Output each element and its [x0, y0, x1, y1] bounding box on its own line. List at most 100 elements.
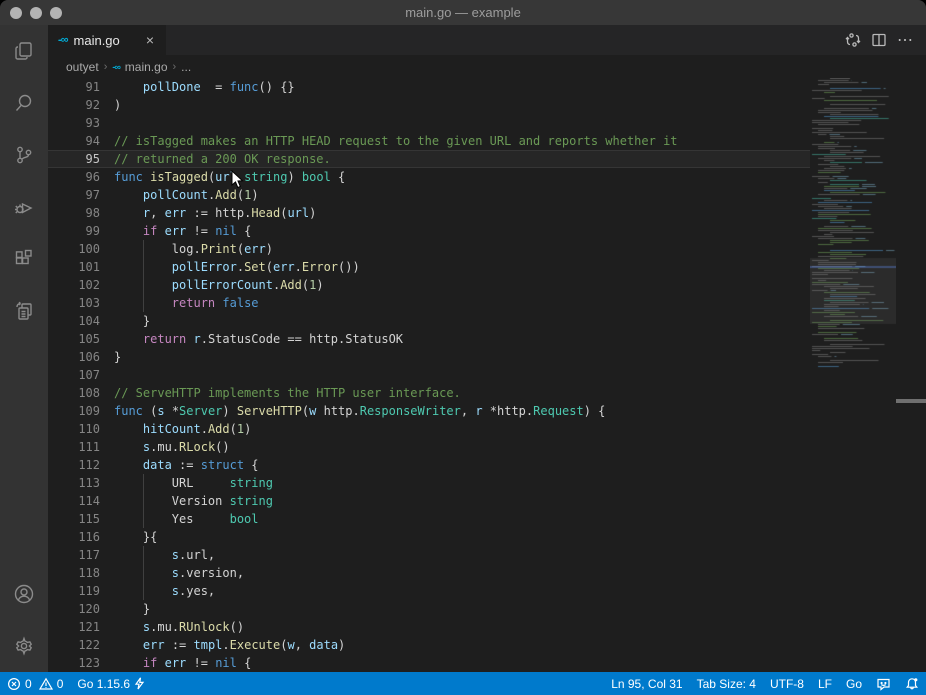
line-number: 121	[48, 618, 114, 636]
code-line[interactable]: 114 Version string	[48, 492, 810, 510]
run-and-debug-icon[interactable]	[0, 181, 48, 233]
code-text: s.url,	[114, 546, 810, 564]
eol-status[interactable]: LF	[811, 672, 839, 695]
encoding-status[interactable]: UTF-8	[763, 672, 811, 695]
code-line[interactable]: 103 return false	[48, 294, 810, 312]
code-line[interactable]: 115 Yes bool	[48, 510, 810, 528]
settings-gear-icon[interactable]	[0, 620, 48, 672]
source-control-icon[interactable]	[0, 129, 48, 181]
code-line[interactable]: 105 return r.StatusCode == http.StatusOK	[48, 330, 810, 348]
code-area[interactable]: 91 pollDone = func() {}92)9394// isTagge…	[48, 78, 810, 672]
code-line[interactable]: 123 if err != nil {	[48, 654, 810, 672]
code-line[interactable]: 104 }	[48, 312, 810, 330]
go-version-status[interactable]: Go 1.15.6	[70, 672, 152, 695]
breadcrumb-symbol[interactable]: ...	[181, 60, 191, 74]
line-number: 117	[48, 546, 114, 564]
cursor-position-status[interactable]: Ln 95, Col 31	[604, 672, 689, 695]
code-line[interactable]: 118 s.version,	[48, 564, 810, 582]
code-text: s.version,	[114, 564, 810, 582]
code-line[interactable]: 92)	[48, 96, 810, 114]
editor-pane[interactable]: 91 pollDone = func() {}92)9394// isTagge…	[48, 78, 926, 672]
code-line[interactable]: 91 pollDone = func() {}	[48, 78, 810, 96]
eol-label: LF	[818, 677, 832, 691]
code-line[interactable]: 122 err := tmpl.Execute(w, data)	[48, 636, 810, 654]
line-number: 114	[48, 492, 114, 510]
code-line[interactable]: 102 pollErrorCount.Add(1)	[48, 276, 810, 294]
code-line[interactable]: 120 }	[48, 600, 810, 618]
minimap[interactable]	[810, 78, 896, 672]
breadcrumb-folder[interactable]: outyet	[66, 60, 99, 74]
code-line[interactable]: 99 if err != nil {	[48, 222, 810, 240]
code-line[interactable]: 111 s.mu.RLock()	[48, 438, 810, 456]
warning-icon	[39, 677, 53, 691]
problems-status[interactable]: 0 0	[0, 672, 70, 695]
code-line[interactable]: 100 log.Print(err)	[48, 240, 810, 258]
code-line[interactable]: 119 s.yes,	[48, 582, 810, 600]
code-line[interactable]: 109func (s *Server) ServeHTTP(w http.Res…	[48, 402, 810, 420]
line-number: 97	[48, 186, 114, 204]
minimize-window-button[interactable]	[30, 7, 42, 19]
code-line[interactable]: 112 data := struct {	[48, 456, 810, 474]
code-text: s.mu.RUnlock()	[114, 618, 810, 636]
code-line[interactable]: 93	[48, 114, 810, 132]
code-line[interactable]: 101 pollError.Set(err.Error())	[48, 258, 810, 276]
code-line[interactable]: 94// isTagged makes an HTTP HEAD request…	[48, 132, 810, 150]
notifications-bell-icon[interactable]	[898, 672, 926, 695]
code-line[interactable]: 108// ServeHTTP implements the HTTP user…	[48, 384, 810, 402]
code-line[interactable]: 106}	[48, 348, 810, 366]
code-text: }	[114, 348, 810, 366]
line-number: 96	[48, 168, 114, 186]
more-actions-icon[interactable]: ⋯	[892, 27, 918, 53]
code-text: s.mu.RLock()	[114, 438, 810, 456]
line-number: 100	[48, 240, 114, 258]
line-number: 123	[48, 654, 114, 672]
code-line[interactable]: 113 URL string	[48, 474, 810, 492]
line-number: 109	[48, 402, 114, 420]
code-text: if err != nil {	[114, 222, 810, 240]
code-text: pollError.Set(err.Error())	[114, 258, 810, 276]
line-number: 105	[48, 330, 114, 348]
open-changes-icon[interactable]	[840, 27, 866, 53]
code-text: s.yes,	[114, 582, 810, 600]
line-number: 104	[48, 312, 114, 330]
code-text: Yes bool	[114, 510, 810, 528]
cursor-position-label: Ln 95, Col 31	[611, 677, 682, 691]
code-line[interactable]: 95// returned a 200 OK response.	[48, 150, 810, 168]
split-editor-icon[interactable]	[866, 27, 892, 53]
code-line[interactable]: 98 r, err := http.Head(url)	[48, 204, 810, 222]
account-icon[interactable]	[0, 568, 48, 620]
vscode-window: main.go — example	[0, 0, 926, 695]
indent-guide	[143, 510, 144, 528]
explorer-icon[interactable]	[0, 25, 48, 77]
code-line[interactable]: 107	[48, 366, 810, 384]
code-text: r, err := http.Head(url)	[114, 204, 810, 222]
zoom-window-button[interactable]	[50, 7, 62, 19]
indent-guide	[143, 474, 144, 492]
overview-cursor-marker	[896, 399, 926, 403]
code-line[interactable]: 117 s.url,	[48, 546, 810, 564]
feedback-icon[interactable]	[869, 672, 898, 695]
code-line[interactable]: 96func isTagged(url string) bool {	[48, 168, 810, 186]
extensions-icon[interactable]	[0, 233, 48, 285]
code-line[interactable]: 116 }{	[48, 528, 810, 546]
code-text: return r.StatusCode == http.StatusOK	[114, 330, 810, 348]
code-text: // returned a 200 OK response.	[114, 150, 810, 168]
language-mode-status[interactable]: Go	[839, 672, 869, 695]
tab-label: main.go	[74, 33, 136, 48]
search-icon[interactable]	[0, 77, 48, 129]
go-file-icon: -∞	[112, 62, 119, 72]
tab-size-status[interactable]: Tab Size: 4	[690, 672, 763, 695]
overview-ruler[interactable]	[896, 78, 926, 672]
tab-main-go[interactable]: -∞ main.go ×	[48, 25, 166, 55]
indent-guide	[143, 564, 144, 582]
close-window-button[interactable]	[10, 7, 22, 19]
references-icon[interactable]	[0, 285, 48, 337]
code-line[interactable]: 97 pollCount.Add(1)	[48, 186, 810, 204]
breadcrumb-file[interactable]: main.go	[125, 60, 168, 74]
tab-close-icon[interactable]: ×	[142, 33, 158, 47]
line-number: 120	[48, 600, 114, 618]
encoding-label: UTF-8	[770, 677, 804, 691]
code-line[interactable]: 110 hitCount.Add(1)	[48, 420, 810, 438]
code-line[interactable]: 121 s.mu.RUnlock()	[48, 618, 810, 636]
traffic-lights	[10, 0, 62, 25]
